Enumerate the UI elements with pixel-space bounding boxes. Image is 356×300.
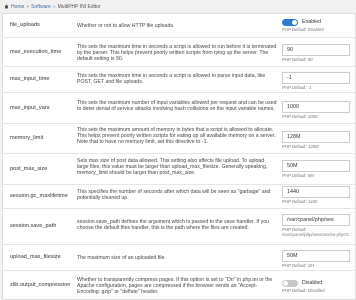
toggle-label: Disabled (302, 280, 323, 287)
setting-row-upload-max-filesize: upload_max_filesize The maximum size of … (3, 245, 355, 271)
setting-row-max-execution-time: max_execution_time This sets the maximum… (3, 38, 355, 67)
session-gc-maxlifetime-input[interactable]: 1440 (282, 186, 350, 198)
file-uploads-toggle[interactable] (282, 19, 298, 26)
setting-row-zlib-output-compression: zlib.output_compression Whether to trans… (3, 271, 355, 300)
setting-description: The maximum size of an uploaded file. (77, 255, 166, 261)
setting-row-file-uploads: file_uploads Whether or not to allow HTT… (3, 14, 355, 38)
breadcrumb-current: MultiPHP INI Editor (57, 3, 101, 10)
setting-name: post_max_size (10, 165, 48, 172)
setting-description: This sets the maximum number of input va… (77, 100, 277, 113)
setting-row-session-save-path: session.save_path session.save_path defi… (3, 209, 355, 245)
php-default-label: PHP Default: Disabled (282, 288, 325, 294)
setting-row-max-input-time: max_input_time This sets the maximum tim… (3, 67, 355, 93)
max-input-vars-input[interactable]: 1000 (282, 101, 350, 113)
php-default-label: PHP Default: 90 (282, 57, 313, 62)
zlib-output-compression-toggle[interactable] (282, 280, 298, 287)
php-default-label: PHP Default: 2M (282, 263, 314, 268)
post-max-size-input[interactable]: 50M (282, 160, 350, 172)
upload-max-filesize-input[interactable]: 50M (282, 250, 350, 262)
setting-name: upload_max_filesize (10, 254, 61, 261)
php-default-label: PHP Default: Enabled (282, 27, 324, 33)
setting-description: This sets the maximum time in seconds a … (77, 44, 277, 63)
setting-row-post-max-size: post_max_size Sets max size of post data… (3, 154, 355, 185)
breadcrumb-software[interactable]: Software (31, 4, 51, 10)
breadcrumb-home[interactable]: Home (11, 4, 24, 10)
setting-row-max-input-vars: max_input_vars This sets the maximum num… (3, 93, 355, 124)
toggle-label: Enabled (302, 19, 322, 26)
max-input-time-input[interactable]: -1 (282, 72, 350, 84)
setting-name: max_input_time (10, 76, 50, 83)
setting-description: session.save_path defines the argument w… (77, 219, 270, 232)
memory-limit-input[interactable]: 128M (282, 131, 350, 143)
setting-description: This specifies the number of seconds aft… (77, 189, 271, 202)
setting-name: memory_limit (10, 135, 44, 142)
setting-description: This sets the maximum time in seconds a … (77, 73, 266, 86)
php-default-label: PHP Default: 8M (282, 173, 314, 178)
setting-name: max_input_vars (10, 104, 50, 111)
setting-name: session.gc_maxlifetime (10, 193, 68, 200)
setting-description: This sets the maximum amount of memory i… (77, 127, 276, 146)
breadcrumb-separator: » (52, 3, 56, 10)
session-save-path-input[interactable]: /var/cpanel/php/ses (282, 214, 350, 226)
setting-row-memory-limit: memory_limit This sets the maximum amoun… (3, 124, 355, 154)
setting-name: session.save_path (10, 223, 57, 230)
setting-description: Whether to transparently compress pages.… (77, 277, 273, 296)
php-default-label: PHP Default: -1 (282, 85, 312, 90)
setting-description: Sets max size of post data allowed. This… (77, 158, 268, 177)
setting-description: Whether or not to allow HTTP file upload… (77, 23, 175, 29)
breadcrumb-separator: » (26, 3, 30, 10)
breadcrumb: Home » Software » MultiPHP INI Editor (0, 0, 356, 13)
php-default-label: PHP Default: 1000 (282, 114, 318, 119)
setting-name: max_execution_time (10, 48, 62, 55)
max-execution-time-input[interactable]: 90 (282, 44, 350, 56)
home-icon[interactable] (4, 4, 9, 9)
php-default-label: PHP Default: /var/cpanel/php/sessions/ea… (282, 227, 349, 237)
php-default-label: PHP Default: 128M (282, 144, 319, 149)
setting-name: zlib.output_compression (10, 282, 71, 289)
ini-settings-panel: file_uploads Whether or not to allow HTT… (2, 13, 356, 300)
php-default-label: PHP Default: 1440 (282, 199, 318, 204)
setting-name: file_uploads (10, 22, 40, 29)
setting-row-session-gc-maxlifetime: session.gc_maxlifetime This specifies th… (3, 185, 355, 209)
